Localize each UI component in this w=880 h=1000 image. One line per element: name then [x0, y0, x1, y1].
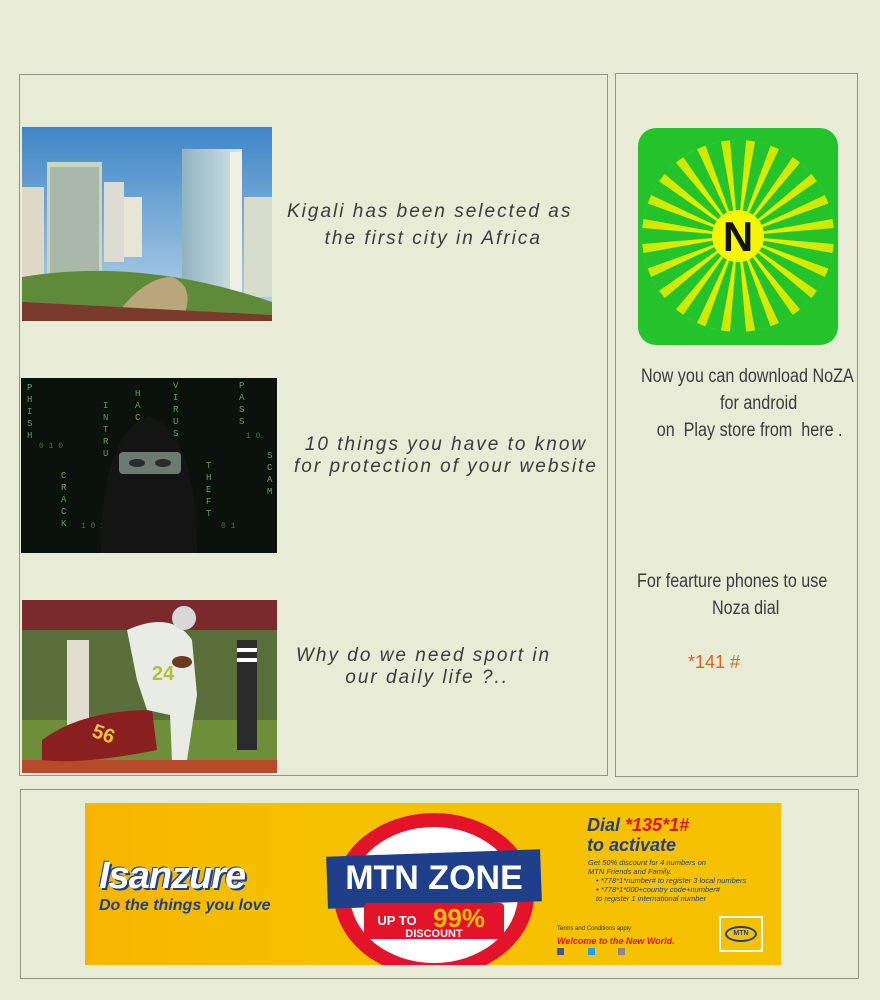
svg-text:E: E	[206, 485, 211, 495]
story-title-sport[interactable]: Why do we need sport in our daily life ?…	[296, 645, 551, 689]
svg-text:C: C	[61, 507, 67, 517]
svg-text:0 1 0: 0 1 0	[39, 442, 63, 451]
football-image[interactable]: 24 56	[22, 600, 277, 773]
facebook-icon[interactable]	[557, 948, 564, 955]
svg-text:P: P	[239, 381, 244, 391]
hacker-image[interactable]: PHISH CRACK INTRU HACK VIRUS PASS SCAM T…	[21, 378, 277, 553]
svg-text:H: H	[206, 473, 211, 483]
isanzure-brand: Isanzure	[99, 855, 246, 897]
svg-text:R: R	[61, 483, 67, 493]
svg-text:0 1: 0 1	[221, 522, 236, 531]
web-icon[interactable]	[618, 948, 626, 955]
terms-text: Terms and Conditions apply	[557, 926, 632, 932]
svg-text:S: S	[267, 451, 272, 461]
svg-text:F: F	[206, 497, 211, 507]
offer-line: to register 1 international number	[596, 894, 707, 903]
svg-text:T: T	[206, 509, 212, 519]
offer-line: MTN Friends and Family.	[588, 867, 672, 876]
svg-text:V: V	[173, 381, 179, 391]
mtn-zone-logo: MTN ZONE UP TO 99% DISCOUNT	[326, 813, 542, 965]
noza-dial-code: *141 #	[688, 652, 741, 672]
mtn-logo-text: MTN	[725, 926, 757, 942]
svg-text:R: R	[173, 405, 179, 415]
svg-text:T: T	[206, 461, 212, 471]
welcome-slogan: Welcome to the New World.	[557, 936, 675, 946]
svg-text:M: M	[267, 487, 272, 497]
svg-text:U: U	[103, 449, 108, 459]
feature-phone-text: For fearture phones to use Noza dial	[637, 571, 828, 619]
svg-text:1 0: 1 0	[246, 432, 261, 441]
noza-logo-letter: N	[723, 213, 753, 260]
svg-text:I: I	[103, 401, 108, 411]
svg-text:N: N	[103, 413, 108, 423]
mtn-zone-banner[interactable]: Isanzure Do the things you love MTN ZONE…	[85, 803, 781, 965]
svg-text:H: H	[135, 389, 140, 399]
noza-sidebar: N Now you can download NoZA for android …	[615, 73, 858, 777]
mtn-logo: MTN	[719, 916, 763, 952]
svg-text:I: I	[173, 393, 178, 403]
svg-text:P: P	[27, 383, 32, 393]
mtn-ad-panel: Isanzure Do the things you love MTN ZONE…	[20, 789, 859, 979]
svg-text:A: A	[135, 401, 141, 411]
dial-word: Dial	[587, 815, 621, 835]
svg-text:S: S	[27, 419, 32, 429]
ad-dial-code: *135*1#	[625, 815, 690, 835]
jersey-number-24: 24	[152, 663, 175, 685]
twitter-icon[interactable]	[587, 948, 595, 955]
svg-text:A: A	[61, 495, 67, 505]
discount-label: DISCOUNT	[405, 928, 463, 940]
svg-text:A: A	[239, 393, 245, 403]
svg-text:K: K	[61, 519, 67, 529]
to-activate: to activate	[587, 835, 677, 855]
offer-line: • *778*1*000+country code+number#	[596, 885, 720, 894]
svg-text:C: C	[267, 463, 273, 473]
kigali-city-image[interactable]	[22, 127, 272, 321]
svg-text:A: A	[267, 475, 273, 485]
story-title-kigali[interactable]: Kigali has been selected as the first ci…	[287, 198, 572, 252]
isanzure-tagline: Do the things you love	[99, 897, 271, 914]
svg-text:U: U	[173, 417, 178, 427]
noza-app-icon[interactable]: N	[638, 128, 838, 345]
story-title-website-protection[interactable]: 10 things you have to know for protectio…	[294, 434, 598, 478]
svg-text:T: T	[103, 425, 109, 435]
offer-line: • *778*1*number# to register 3 local num…	[596, 876, 747, 885]
svg-text:H: H	[27, 431, 32, 441]
svg-text:S: S	[239, 417, 244, 427]
svg-text:R: R	[103, 437, 109, 447]
svg-text:S: S	[239, 405, 244, 415]
mtn-zone-title: MTN ZONE	[345, 859, 523, 897]
articles-panel: Kigali has been selected as the first ci…	[19, 74, 608, 776]
svg-text:H: H	[27, 395, 32, 405]
discount-prefix: UP TO	[377, 913, 416, 928]
download-noza-text[interactable]: Now you can download NoZA for android on…	[641, 363, 854, 444]
svg-text:C: C	[61, 471, 67, 481]
offer-line: Get 50% discount for 4 numbers on	[588, 858, 706, 867]
svg-text:I: I	[27, 407, 32, 417]
